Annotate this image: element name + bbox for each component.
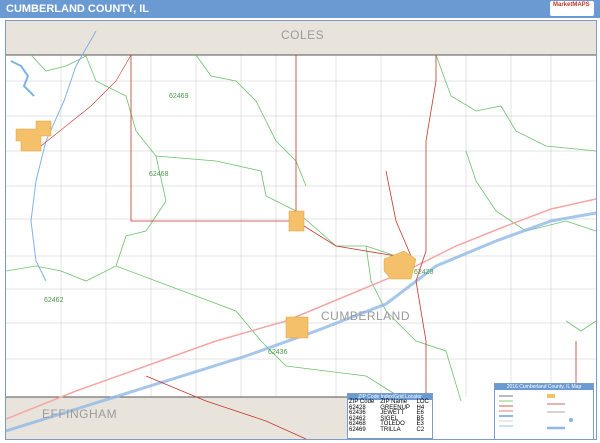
zip-code-cell: 62469 bbox=[349, 426, 366, 433]
map-canvas[interactable]: COLES CUMBERLAND EFFINGHAM 62469 62468 6… bbox=[5, 20, 597, 440]
map-svg bbox=[6, 21, 596, 439]
zip-label: 62468 bbox=[149, 171, 169, 178]
zip-label: 62469 bbox=[169, 93, 189, 100]
page-title: CUMBERLAND COUNTY, IL bbox=[6, 3, 149, 15]
zip-loc-cell: C2 bbox=[416, 426, 425, 433]
title-bar: CUMBERLAND COUNTY, IL MarketMAPS bbox=[0, 0, 600, 18]
towns bbox=[15, 120, 417, 339]
embarras-river bbox=[30, 30, 97, 282]
red-roads bbox=[130, 55, 577, 439]
map-legend-symbols bbox=[499, 394, 573, 430]
logo-text: MarketMAPS bbox=[553, 2, 590, 8]
county-label-cumberland: CUMBERLAND bbox=[321, 309, 411, 323]
county-label-effingham: EFFINGHAM bbox=[42, 407, 118, 421]
zip-legend-table: ZIP Code ZIP Name LOC 62428 GREENUP H4 6… bbox=[348, 399, 432, 434]
zip-name-cell: TRILLA bbox=[380, 426, 401, 433]
town-jewett bbox=[285, 316, 309, 339]
zip-label: 62462 bbox=[44, 297, 64, 304]
county-label-coles: COLES bbox=[281, 28, 325, 42]
zip-label: 62436 bbox=[268, 349, 288, 356]
lake bbox=[10, 60, 35, 97]
brand-logo: MarketMAPS bbox=[550, 1, 594, 16]
town-center bbox=[288, 210, 305, 232]
zip-legend-row: 62469 TRILLA C2 bbox=[348, 426, 432, 434]
map-legend: 2016 Cumberland County, IL Map bbox=[494, 383, 594, 440]
town-toledo-like bbox=[15, 120, 52, 152]
zip-label: 62428 bbox=[414, 269, 434, 276]
zip-code-legend: ZIP Code Index/Grid Locator ZIP Code ZIP… bbox=[347, 393, 433, 439]
